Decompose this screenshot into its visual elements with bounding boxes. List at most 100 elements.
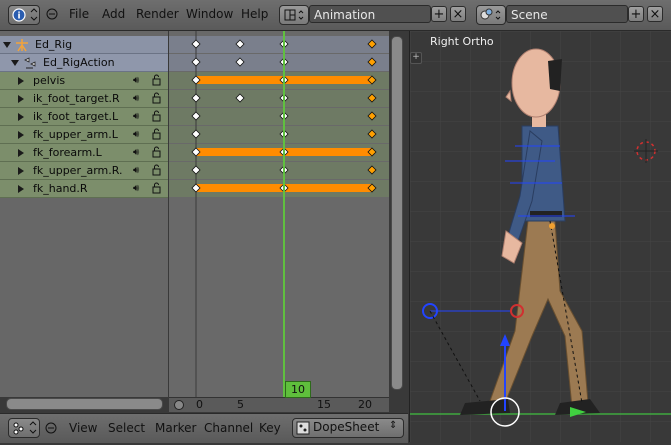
dopesheet-scrollbar[interactable] bbox=[391, 36, 403, 390]
scroll-handle-icon[interactable] bbox=[173, 399, 185, 411]
remove-scene-button[interactable]: × bbox=[647, 6, 663, 22]
channel-label: fk_hand.R bbox=[33, 182, 88, 195]
channel-list: Ed_Rig Ed_RigAction pelvis 🔊︎ ik_foot_ta… bbox=[0, 31, 168, 397]
frame-ruler[interactable]: 0 5 15 20 bbox=[169, 397, 389, 412]
speaker-mute-icon[interactable]: 🔊︎ bbox=[133, 147, 139, 158]
mode-dropdown[interactable]: DopeSheet ⇕ bbox=[292, 418, 404, 438]
lock-icon[interactable] bbox=[152, 146, 161, 158]
viewport-properties-plus-icon[interactable]: + bbox=[410, 52, 422, 64]
add-screen-button[interactable]: + bbox=[431, 6, 447, 22]
menu-add[interactable]: Add bbox=[102, 7, 125, 21]
dopesheet-editor-icon bbox=[13, 421, 37, 435]
keyframe-row-bg bbox=[169, 108, 389, 125]
character-rig-view[interactable] bbox=[410, 31, 671, 442]
lock-icon[interactable] bbox=[152, 74, 161, 86]
speaker-mute-icon[interactable]: 🔊︎ bbox=[133, 129, 139, 140]
channel-row-object[interactable]: Ed_Rig bbox=[0, 36, 168, 54]
dopesheet-mode-icon bbox=[296, 421, 310, 435]
menu-key[interactable]: Key bbox=[259, 421, 281, 435]
scene-name[interactable]: Scene bbox=[506, 5, 628, 23]
channel-row[interactable]: ik_foot_target.R 🔊︎ bbox=[0, 90, 168, 108]
editor-type-selector[interactable] bbox=[8, 418, 40, 438]
collapse-menu-icon[interactable] bbox=[46, 8, 58, 23]
speaker-mute-icon[interactable]: 🔊︎ bbox=[133, 93, 139, 104]
lock-icon[interactable] bbox=[152, 182, 161, 194]
expand-triangle-icon[interactable] bbox=[18, 95, 24, 103]
screen-layout-selector[interactable] bbox=[279, 5, 309, 25]
expand-triangle-icon[interactable] bbox=[18, 185, 24, 193]
plus-icon: + bbox=[433, 7, 445, 22]
frame-tick: 20 bbox=[358, 398, 372, 411]
channel-label: Ed_Rig bbox=[35, 38, 73, 51]
editor-type-selector[interactable]: i bbox=[8, 5, 40, 25]
menu-channel[interactable]: Channel bbox=[204, 421, 253, 435]
expand-triangle-icon[interactable] bbox=[18, 131, 24, 139]
menu-window[interactable]: Window bbox=[186, 7, 233, 21]
lock-icon[interactable] bbox=[152, 110, 161, 122]
channel-row-action[interactable]: Ed_RigAction bbox=[0, 54, 168, 72]
close-icon: × bbox=[649, 7, 661, 22]
expand-triangle-icon[interactable] bbox=[18, 77, 24, 85]
chevron-updown-icon: ⇕ bbox=[389, 420, 398, 431]
speaker-mute-icon[interactable]: 🔊︎ bbox=[133, 111, 139, 122]
add-scene-button[interactable]: + bbox=[628, 6, 644, 22]
speaker-mute-icon[interactable]: 🔊︎ bbox=[133, 165, 139, 176]
lock-icon[interactable] bbox=[152, 128, 161, 140]
3d-viewport[interactable] bbox=[409, 31, 671, 442]
keyframe-row-bg bbox=[169, 126, 389, 143]
channel-row[interactable]: fk_upper_arm.L 🔊︎ bbox=[0, 126, 168, 144]
dopesheet-header: View Select Marker Channel Key DopeSheet… bbox=[0, 413, 408, 443]
lock-icon[interactable] bbox=[152, 164, 161, 176]
expand-triangle-icon[interactable] bbox=[3, 42, 11, 48]
expand-triangle-icon[interactable] bbox=[18, 167, 24, 175]
dopesheet-area[interactable] bbox=[169, 31, 389, 397]
remove-screen-button[interactable]: × bbox=[450, 6, 466, 22]
channel-label: Ed_RigAction bbox=[43, 56, 115, 69]
frame-tick: 5 bbox=[237, 398, 244, 411]
plus-icon: + bbox=[630, 7, 642, 22]
speaker-mute-icon[interactable]: 🔊︎ bbox=[133, 75, 139, 86]
scene-selector[interactable] bbox=[476, 5, 506, 25]
current-frame-indicator[interactable]: 10 bbox=[285, 381, 311, 398]
channel-label: ik_foot_target.R bbox=[33, 92, 120, 105]
mode-label: DopeSheet bbox=[313, 420, 380, 434]
viewport-title: Right Ortho bbox=[430, 35, 494, 48]
menu-marker[interactable]: Marker bbox=[155, 421, 196, 435]
expand-triangle-icon[interactable] bbox=[18, 113, 24, 121]
keyframe-canvas[interactable] bbox=[169, 31, 389, 397]
armature-icon bbox=[16, 39, 28, 52]
channel-label: fk_upper_arm.R. bbox=[33, 164, 123, 177]
screen-layout-name[interactable]: Animation bbox=[309, 5, 431, 23]
svg-text:i: i bbox=[17, 12, 20, 22]
menu-select[interactable]: Select bbox=[108, 421, 145, 435]
channel-label: pelvis bbox=[33, 74, 66, 87]
menu-view[interactable]: View bbox=[69, 421, 97, 435]
frame-tick: 15 bbox=[317, 398, 331, 411]
channel-row[interactable]: pelvis 🔊︎ bbox=[0, 72, 168, 90]
lock-icon[interactable] bbox=[152, 92, 161, 104]
channel-row[interactable]: ik_foot_target.L 🔊︎ bbox=[0, 108, 168, 126]
keyframe-row-bg bbox=[169, 162, 389, 179]
collapse-menu-icon[interactable] bbox=[45, 422, 57, 437]
layout-grid-icon bbox=[284, 9, 304, 21]
expand-triangle-icon[interactable] bbox=[18, 149, 24, 157]
channel-label: ik_foot_target.L bbox=[33, 110, 119, 123]
channel-label: fk_upper_arm.L bbox=[33, 128, 118, 141]
action-icon bbox=[24, 57, 36, 69]
close-icon: × bbox=[452, 7, 464, 22]
channel-row[interactable]: fk_hand.R 🔊︎ bbox=[0, 180, 168, 198]
menu-help[interactable]: Help bbox=[241, 7, 268, 21]
menu-render[interactable]: Render bbox=[136, 7, 179, 21]
info-icon: i bbox=[12, 8, 38, 22]
expand-triangle-icon[interactable] bbox=[11, 60, 19, 66]
menu-file[interactable]: File bbox=[69, 7, 89, 21]
channel-list-scrollbar[interactable] bbox=[6, 398, 163, 410]
speaker-mute-icon[interactable]: 🔊︎ bbox=[133, 183, 139, 194]
channel-row[interactable]: fk_upper_arm.R. 🔊︎ bbox=[0, 162, 168, 180]
top-header: i File Add Render Window Help Animation … bbox=[0, 0, 671, 31]
channel-row[interactable]: fk_forearm.L 🔊︎ bbox=[0, 144, 168, 162]
keyframe-row-bg bbox=[169, 36, 389, 53]
frame-tick: 0 bbox=[196, 398, 203, 411]
keyframe-row-bg bbox=[169, 90, 389, 107]
scene-icon bbox=[480, 8, 501, 20]
